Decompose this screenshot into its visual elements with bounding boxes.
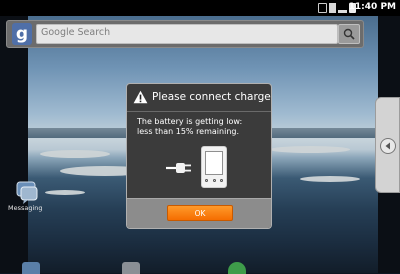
wallpaper-island — [45, 190, 85, 195]
ok-button[interactable]: OK — [167, 205, 233, 221]
magnifier-icon — [343, 28, 355, 40]
sd-card-icon — [329, 3, 336, 13]
arrow-left-icon — [385, 142, 390, 150]
dialog-header: Please connect charger — [127, 84, 271, 112]
status-bar: 11:40 PM — [0, 0, 400, 16]
google-search-widget[interactable]: g Google Search — [6, 20, 364, 48]
drawer-arrow-button[interactable] — [380, 138, 396, 154]
search-placeholder: Google Search — [41, 27, 111, 38]
dock-icon-apps[interactable] — [122, 262, 140, 274]
dialog-message-line: less than 15% remaining. — [137, 127, 240, 136]
warning-icon — [133, 90, 148, 104]
usb-icon — [318, 3, 327, 13]
messaging-icon[interactable] — [14, 180, 40, 204]
phone-icon — [201, 146, 227, 188]
dialog-title: Please connect charger — [152, 91, 272, 103]
phone-screen-shape — [205, 151, 223, 175]
dock-icon-browser[interactable] — [228, 262, 246, 274]
status-time: 11:40 PM — [348, 2, 396, 12]
wallpaper-island — [300, 176, 360, 182]
dialog-message-line: The battery is getting low: — [137, 117, 243, 126]
app-drawer-handle[interactable] — [375, 97, 400, 193]
search-input[interactable]: Google Search — [36, 24, 338, 44]
wallpaper-island — [270, 146, 350, 153]
messaging-label[interactable]: Messaging — [8, 204, 43, 212]
google-logo[interactable]: g — [12, 23, 32, 45]
charger-plug-icon — [166, 163, 191, 173]
dialog-message: The battery is getting low: less than 15… — [137, 117, 267, 137]
dock-icon-contacts[interactable] — [22, 262, 40, 274]
phone-buttons-shape — [205, 179, 223, 184]
dialog-footer: OK — [127, 198, 271, 228]
signal-bars-icon — [338, 3, 347, 13]
search-button[interactable] — [338, 24, 360, 44]
wallpaper-edge-left — [0, 16, 28, 273]
wallpaper-island — [40, 150, 110, 158]
battery-dialog: Please connect charger The battery is ge… — [126, 83, 272, 229]
